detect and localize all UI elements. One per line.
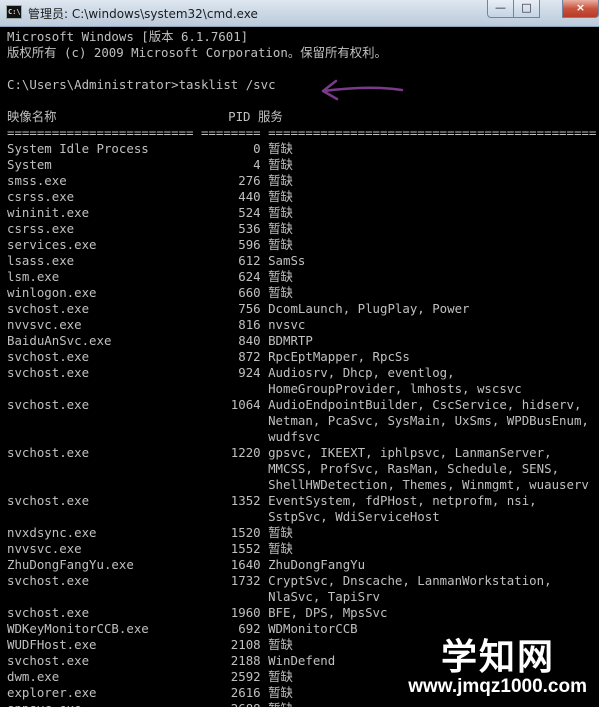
console-line: ShellHWDetection, Themes, Winmgmt, wuaus… <box>7 477 589 492</box>
console-line: smss.exe 276 暂缺 <box>7 173 293 188</box>
console-line: svchost.exe 1960 BFE, DPS, MpsSvc <box>7 605 388 620</box>
console-line: nvvsvc.exe 1552 暂缺 <box>7 541 293 556</box>
console-line: MMCSS, ProfSvc, RasMan, Schedule, SENS, <box>7 461 560 476</box>
close-button[interactable]: × <box>562 0 599 18</box>
console-line: C:\Users\Administrator>tasklist /svc <box>7 77 276 92</box>
console-line: 映像名称 PID 服务 <box>7 109 283 124</box>
console-line: Microsoft Windows [版本 6.1.7601] <box>7 29 249 44</box>
console-line: svchost.exe 872 RpcEptMapper, RpcSs <box>7 349 410 364</box>
console-line: svchost.exe 1352 EventSystem, fdPHost, n… <box>7 493 537 508</box>
console-line: 版权所有 (c) 2009 Microsoft Corporation。保留所有… <box>7 45 387 60</box>
maximize-button[interactable]: □ <box>513 0 540 18</box>
console-line: lsass.exe 612 SamSs <box>7 253 306 268</box>
console-line: SstpSvc, WdiServiceHost <box>7 509 440 524</box>
annotation-arrow-icon <box>321 79 404 101</box>
console-line: winlogon.exe 660 暂缺 <box>7 285 293 300</box>
console-line: svchost.exe 1732 CryptSvc, Dnscache, Lan… <box>7 573 552 588</box>
console-line: svchost.exe 756 DcomLaunch, PlugPlay, Po… <box>7 301 470 316</box>
console-line: ZhuDongFangYu.exe 1640 ZhuDongFangYu <box>7 557 366 572</box>
console-line: svchost.exe 1220 gpsvc, IKEEXT, iphlpsvc… <box>7 445 552 460</box>
console-line: svchost.exe 924 Audiosrv, Dhcp, eventlog… <box>7 365 455 380</box>
console-line: HomeGroupProvider, lmhosts, wscsvc <box>7 381 522 396</box>
console-line: nvvsvc.exe 816 nvsvc <box>7 317 306 332</box>
console-line: ========================= ======== =====… <box>7 125 597 140</box>
watermark: 学知网 www.jmqz1000.com <box>386 620 599 707</box>
console-lines: Microsoft Windows [版本 6.1.7601] 版权所有 (c) … <box>7 29 596 707</box>
console-line: NlaSvc, TapiSrv <box>7 589 380 604</box>
console-line: csrss.exe 440 暂缺 <box>7 189 293 204</box>
console-line: BaiduAnSvc.exe 840 BDMRTP <box>7 333 313 348</box>
watermark-title: 学知网 <box>440 637 555 678</box>
console-line: Netman, PcaSvc, SysMain, UxSms, WPDBusEn… <box>7 413 589 428</box>
console-line: wudfsvc <box>7 429 321 444</box>
minimize-button[interactable]: — <box>487 0 514 18</box>
console-output[interactable]: Microsoft Windows [版本 6.1.7601] 版权所有 (c) … <box>0 27 599 707</box>
console-line: nvxdsync.exe 1520 暂缺 <box>7 525 293 540</box>
console-line: wininit.exe 524 暂缺 <box>7 205 293 220</box>
console-line: System Idle Process 0 暂缺 <box>7 141 293 156</box>
console-line: System 4 暂缺 <box>7 157 293 172</box>
console-line: csrss.exe 536 暂缺 <box>7 221 293 236</box>
console-line: lsm.exe 624 暂缺 <box>7 269 293 284</box>
cmd-icon[interactable]: C:\ <box>6 5 22 19</box>
console-line: svchost.exe 1064 AudioEndpointBuilder, C… <box>7 397 582 412</box>
console-line: services.exe 596 暂缺 <box>7 237 293 252</box>
watermark-url: www.jmqz1000.com <box>408 676 587 697</box>
title-bar[interactable]: C:\ 管理员: C:\windows\system32\cmd.exe — □… <box>0 0 599 27</box>
window-title: 管理员: C:\windows\system32\cmd.exe <box>28 7 258 21</box>
